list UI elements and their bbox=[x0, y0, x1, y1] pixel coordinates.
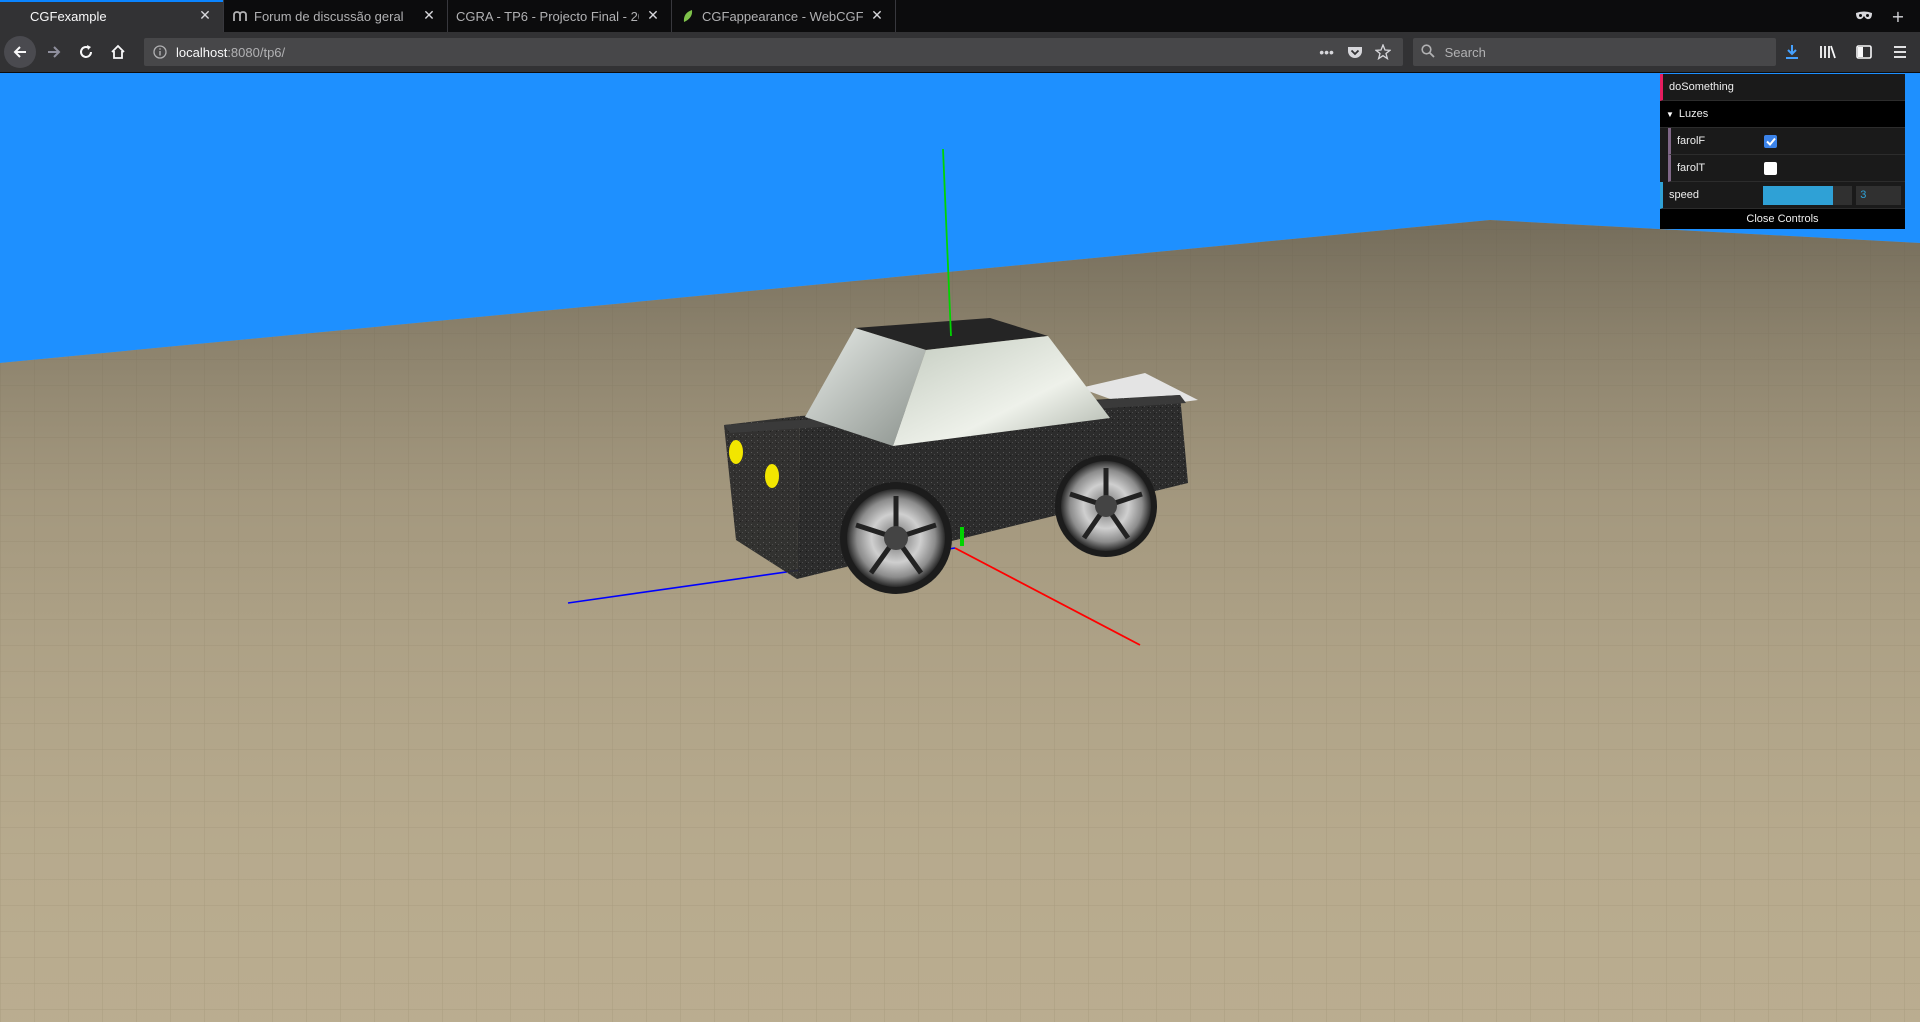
tab-forum[interactable]: Forum de discussão geral ✕ bbox=[224, 0, 448, 32]
folder-label: Luzes bbox=[1678, 108, 1709, 120]
tab-title: Forum de discussão geral bbox=[254, 8, 404, 24]
library-icon[interactable] bbox=[1812, 36, 1844, 68]
folder-luzes[interactable]: ▼ Luzes bbox=[1660, 101, 1905, 128]
tab-strip: CGFexample ✕ Forum de discussão geral ✕ … bbox=[0, 0, 1920, 32]
front-wheel bbox=[840, 482, 952, 594]
search-bar[interactable] bbox=[1412, 38, 1776, 66]
sidebar-icon[interactable] bbox=[1848, 36, 1880, 68]
speed-row: speed 3 bbox=[1660, 182, 1905, 209]
checkmark-icon bbox=[1765, 137, 1776, 146]
close-tab-icon[interactable]: ✕ bbox=[643, 6, 663, 26]
tab-title: CGFappearance - WebCGF bbox=[702, 8, 863, 24]
close-tab-icon[interactable]: ✕ bbox=[419, 6, 439, 26]
tab-cgra-project[interactable]: CGRA - TP6 - Projecto Final - 2017 ✕ bbox=[448, 0, 672, 32]
speed-slider-fill bbox=[1763, 185, 1833, 205]
front-light-left bbox=[729, 440, 743, 464]
front-light-right bbox=[765, 464, 779, 488]
moodle-icon bbox=[232, 8, 248, 24]
farolT-row[interactable]: farolT bbox=[1668, 155, 1905, 182]
farolF-checkbox[interactable] bbox=[1764, 134, 1777, 148]
url-bar[interactable]: localhost:8080/tp6/ ••• bbox=[144, 38, 1403, 66]
rear-wheel bbox=[1055, 455, 1157, 557]
controls-panel: doSomething ▼ Luzes farolF farolT speed bbox=[1660, 74, 1905, 229]
home-icon[interactable] bbox=[102, 36, 134, 68]
tab-cgfexample[interactable]: CGFexample ✕ bbox=[0, 0, 224, 32]
farolF-label: farolF bbox=[1677, 135, 1706, 147]
close-tab-icon[interactable]: ✕ bbox=[195, 6, 215, 26]
do-something-label: doSomething bbox=[1669, 81, 1734, 93]
blank-page-icon bbox=[8, 8, 24, 24]
close-tab-icon[interactable]: ✕ bbox=[867, 6, 887, 26]
search-input[interactable] bbox=[1442, 43, 1747, 61]
downloads-icon[interactable] bbox=[1776, 36, 1808, 68]
bookmark-star-icon[interactable] bbox=[1369, 41, 1397, 63]
site-info-icon[interactable] bbox=[150, 42, 170, 62]
tab-cgfappearance[interactable]: CGFappearance - WebCGF ✕ bbox=[672, 0, 896, 32]
leaf-icon bbox=[680, 8, 696, 24]
pocket-icon[interactable] bbox=[1341, 41, 1369, 63]
speed-label: speed bbox=[1669, 189, 1699, 201]
url-path: :8080/tp6/ bbox=[227, 44, 286, 60]
farolT-label: farolT bbox=[1677, 162, 1706, 174]
caret-down-icon: ▼ bbox=[1666, 109, 1674, 119]
private-mask-icon bbox=[1850, 2, 1878, 30]
farolF-row[interactable]: farolF bbox=[1668, 128, 1905, 155]
do-something-button[interactable]: doSomething bbox=[1660, 74, 1905, 101]
navigation-toolbar: localhost:8080/tp6/ ••• bbox=[0, 32, 1920, 73]
tab-title: CGFexample bbox=[30, 8, 107, 24]
page-actions-icon[interactable]: ••• bbox=[1313, 41, 1341, 63]
farolT-checkbox[interactable] bbox=[1764, 161, 1777, 175]
webgl-canvas[interactable]: doSomething ▼ Luzes farolF farolT speed bbox=[0, 73, 1920, 1022]
tabstrip-tools: + bbox=[1850, 0, 1920, 32]
speed-slider[interactable] bbox=[1763, 185, 1853, 205]
menu-icon[interactable] bbox=[1884, 36, 1916, 68]
speed-value-input[interactable]: 3 bbox=[1856, 185, 1901, 205]
new-tab-icon[interactable]: + bbox=[1884, 2, 1912, 30]
search-icon bbox=[1421, 43, 1435, 61]
reload-icon[interactable] bbox=[70, 36, 102, 68]
back-icon[interactable] bbox=[4, 36, 36, 68]
tab-title: CGRA - TP6 - Projecto Final - 2017 bbox=[456, 8, 639, 24]
url-host: localhost bbox=[176, 44, 228, 60]
close-controls-button[interactable]: Close Controls bbox=[1660, 209, 1905, 229]
forward-icon[interactable] bbox=[38, 36, 70, 68]
scene-render bbox=[0, 73, 1920, 1022]
toolbar-right bbox=[1776, 36, 1916, 68]
